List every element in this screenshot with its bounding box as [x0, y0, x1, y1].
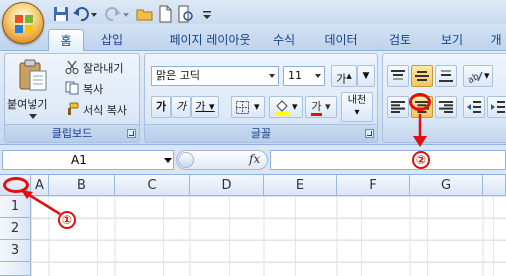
annotation-marker-1: ①	[58, 211, 76, 229]
underline-label: 가	[195, 100, 206, 113]
undo-dropdown-icon[interactable]	[90, 5, 98, 23]
row-header-3[interactable]: 3	[0, 240, 31, 262]
middle-align-button[interactable]	[411, 65, 433, 87]
insert-function-button[interactable]: fx	[249, 152, 260, 166]
font-color-label: 가	[311, 100, 322, 116]
phonetic-guide-button[interactable]: 내천 ▾	[341, 92, 373, 122]
column-header-h[interactable]	[483, 175, 506, 196]
new-document-icon[interactable]	[156, 5, 174, 23]
row-header-4[interactable]	[0, 262, 31, 276]
borders-button[interactable]: ▾	[231, 96, 265, 118]
tab-insert[interactable]: 삽입	[92, 29, 132, 51]
decrease-indent-icon	[467, 101, 481, 113]
shrink-font-button[interactable]: ▼	[357, 65, 375, 87]
clipboard-dialog-launcher-icon[interactable]	[127, 129, 136, 138]
font-name-value: 맑은 고딕	[156, 69, 200, 82]
font-name-select[interactable]: 맑은 고딕	[151, 66, 279, 86]
customize-toolbar-icon[interactable]	[200, 5, 214, 23]
orientation-icon: ab	[467, 72, 483, 83]
open-folder-icon[interactable]	[136, 5, 154, 23]
increase-indent-icon	[491, 101, 505, 113]
cut-icon[interactable]	[65, 60, 79, 74]
worksheet: A B C D E F G 1 2 3	[0, 175, 506, 276]
ribbon-tabs: 홈 삽입 페이지 레이아웃 수식 데이터 검토 보기 개	[0, 24, 506, 52]
save-icon[interactable]	[52, 5, 70, 23]
formula-controls: fx	[176, 150, 268, 170]
bold-button[interactable]: 가	[151, 96, 171, 118]
underline-button[interactable]: 가 ▾	[191, 96, 219, 118]
fill-color-button[interactable]: ▾	[269, 96, 303, 118]
tab-home[interactable]: 홈	[48, 29, 84, 52]
top-align-icon	[391, 70, 405, 80]
font-size-dropdown-icon	[315, 74, 321, 78]
clipboard-group: 붙여넣기 잘라내기 복사 서식 복사 클립보드	[4, 53, 140, 143]
paste-icon[interactable]	[17, 58, 49, 92]
align-left-button[interactable]	[387, 96, 409, 118]
borders-icon	[236, 101, 249, 114]
column-header-d[interactable]: D	[190, 175, 264, 196]
tab-formulas[interactable]: 수식	[264, 29, 304, 51]
row-header-2[interactable]: 2	[0, 218, 31, 240]
font-group: 맑은 고딕 11 가▲ ▼ 가 가 가 ▾ ▾ ▾ 가 ▾ 내천 ▾ 글꼴	[144, 53, 378, 143]
font-name-dropdown-icon	[269, 74, 275, 78]
paste-button[interactable]: 붙여넣기	[7, 96, 47, 112]
arrow-to-center-align-icon	[413, 114, 427, 147]
name-box[interactable]: A1	[2, 150, 174, 170]
alignment-group: ab ▾	[382, 53, 506, 143]
font-size-select[interactable]: 11	[283, 66, 325, 86]
top-align-button[interactable]	[387, 65, 409, 87]
redo-icon[interactable]	[104, 5, 122, 23]
office-logo-icon	[15, 15, 33, 33]
column-header-e[interactable]: E	[264, 175, 337, 196]
column-header-f[interactable]: F	[337, 175, 410, 196]
tab-developer[interactable]: 개	[486, 29, 506, 51]
font-color-button[interactable]: 가 ▾	[305, 96, 337, 118]
font-group-label: 글꼴	[145, 124, 377, 142]
copy-icon[interactable]	[65, 81, 79, 95]
tab-page-layout[interactable]: 페이지 레이아웃	[146, 29, 274, 51]
formula-input[interactable]	[270, 150, 506, 170]
fill-bucket-icon	[275, 100, 289, 115]
tab-data[interactable]: 데이터	[316, 29, 366, 51]
paste-dropdown-icon[interactable]	[29, 114, 37, 120]
tab-view[interactable]: 보기	[432, 29, 472, 51]
grow-font-button[interactable]: 가▲	[331, 65, 357, 87]
cell-grid[interactable]	[31, 196, 506, 276]
column-header-c[interactable]: C	[115, 175, 190, 196]
orientation-button[interactable]: ab ▾	[463, 65, 493, 87]
resize-handle-icon[interactable]	[178, 152, 194, 168]
print-preview-icon[interactable]	[176, 5, 194, 23]
font-dialog-launcher-icon[interactable]	[365, 129, 374, 138]
name-box-dropdown-icon[interactable]	[164, 158, 172, 163]
phonetic-label: 내천	[347, 95, 367, 106]
tab-review[interactable]: 검토	[380, 29, 420, 51]
clipboard-group-label: 클립보드	[5, 124, 139, 142]
decrease-indent-button[interactable]	[463, 96, 485, 118]
align-right-button[interactable]	[435, 96, 457, 118]
bottom-align-button[interactable]	[435, 65, 457, 87]
grow-font-label: 가	[336, 72, 347, 86]
format-painter-button[interactable]: 서식 복사	[83, 102, 127, 118]
copy-button[interactable]: 복사	[83, 81, 103, 97]
bottom-align-icon	[439, 70, 453, 82]
arrow-to-select-all-icon	[21, 190, 61, 216]
center-align-highlight-ellipse	[409, 93, 431, 111]
increase-indent-button[interactable]	[487, 96, 506, 118]
redo-dropdown-icon[interactable]	[122, 5, 130, 23]
italic-button[interactable]: 가	[171, 96, 191, 118]
formula-bar: A1 fx	[0, 145, 506, 175]
middle-align-icon	[415, 71, 429, 81]
column-header-g[interactable]: G	[410, 175, 483, 196]
office-button[interactable]	[2, 2, 44, 44]
cut-button[interactable]: 잘라내기	[83, 60, 123, 76]
font-size-value: 11	[288, 69, 302, 82]
annotation-marker-2: ②	[412, 151, 430, 169]
align-left-icon	[391, 101, 405, 113]
undo-icon[interactable]	[72, 5, 90, 23]
format-painter-icon[interactable]	[65, 102, 79, 116]
grid-lines	[31, 196, 506, 276]
align-right-icon	[439, 101, 453, 113]
